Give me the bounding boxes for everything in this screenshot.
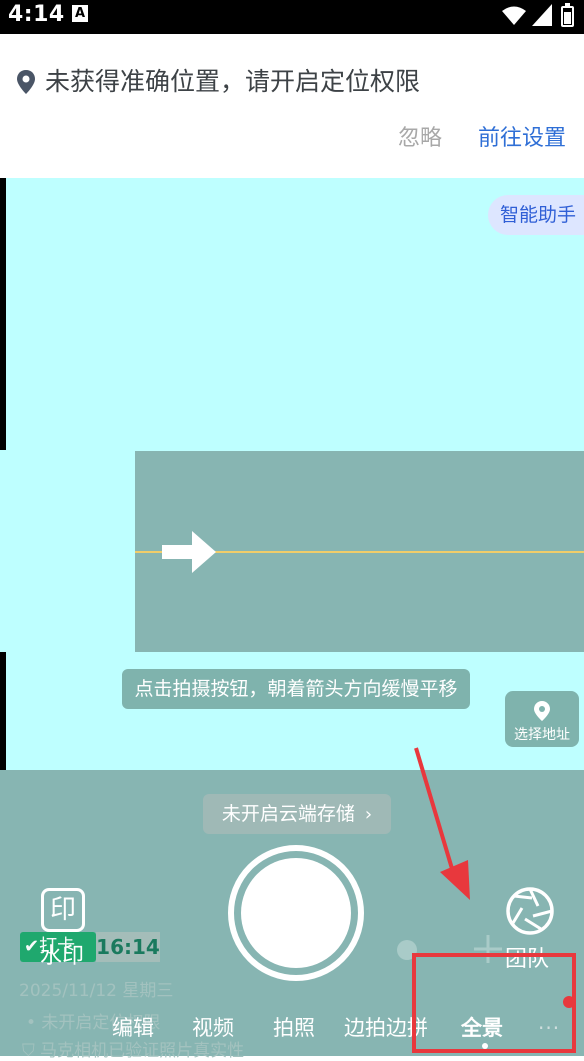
- annotation-arrow: [414, 747, 470, 900]
- annotation-highlight-box: [412, 953, 576, 1053]
- annotation-dot: [563, 996, 575, 1008]
